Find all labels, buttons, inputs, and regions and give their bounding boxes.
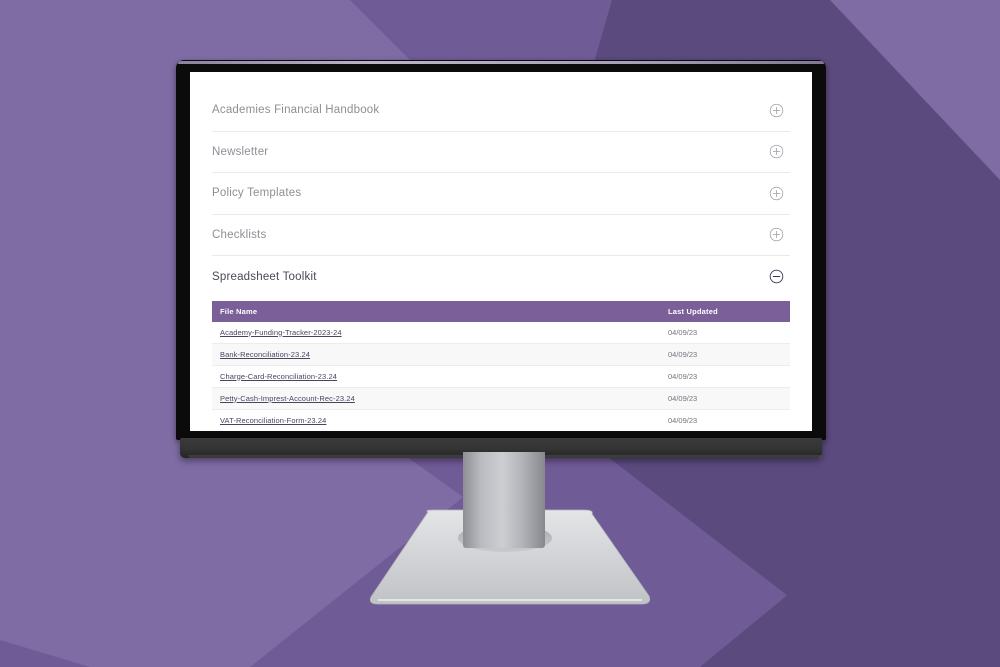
table-row: Petty-Cash-Imprest-Account-Rec-23.24 04/… xyxy=(212,387,790,410)
column-header-file-name: File Name xyxy=(212,300,660,322)
cell-file-name: Charge-Card-Reconciliation-23.24 xyxy=(212,365,660,388)
table-row: Bank-Reconciliation-23.24 04/09/23 xyxy=(212,343,790,366)
cell-last-updated: 04/09/23 xyxy=(660,321,790,344)
accordion-item-label: Checklists xyxy=(212,228,267,241)
cell-file-name: VAT-Reconciliation-Form-23.24 xyxy=(212,409,660,431)
accordion-item-checklists[interactable]: Checklists xyxy=(212,215,790,256)
spreadsheet-toolkit-table: File Name Last Updated Academy-Funding-T… xyxy=(212,300,790,431)
cell-file-name: Academy-Funding-Tracker-2023-24 xyxy=(212,321,660,344)
file-download-link[interactable]: VAT-Reconciliation-Form-23.24 xyxy=(220,416,326,425)
file-download-link[interactable]: Charge-Card-Reconciliation-23.24 xyxy=(220,372,337,381)
table-body: Academy-Funding-Tracker-2023-24 04/09/23… xyxy=(212,321,790,431)
accordion-item-label: Spreadsheet Toolkit xyxy=(212,270,317,283)
file-download-link[interactable]: Bank-Reconciliation-23.24 xyxy=(220,350,310,359)
monitor: Academies Financial Handbook Newsletter xyxy=(176,60,826,458)
cell-file-name: Bank-Reconciliation-23.24 xyxy=(212,343,660,366)
plus-circle-icon[interactable] xyxy=(769,144,784,159)
plus-circle-icon[interactable] xyxy=(769,227,784,242)
table-header-row: File Name Last Updated xyxy=(212,300,790,322)
table-header: File Name Last Updated xyxy=(212,300,790,322)
bezel-highlight xyxy=(178,61,824,64)
webpage-content: Academies Financial Handbook Newsletter xyxy=(190,72,812,431)
accordion-item-label: Newsletter xyxy=(212,145,269,158)
column-header-last-updated: Last Updated xyxy=(660,300,790,322)
accordion-item-label: Policy Templates xyxy=(212,187,302,200)
accordion-item-policy-templates[interactable]: Policy Templates xyxy=(212,173,790,215)
cell-last-updated: 04/09/23 xyxy=(660,365,790,388)
accordion-item-spreadsheet-toolkit[interactable]: Spreadsheet Toolkit xyxy=(212,256,790,298)
cell-last-updated: 04/09/23 xyxy=(660,387,790,410)
file-download-link[interactable]: Academy-Funding-Tracker-2023-24 xyxy=(220,328,342,337)
minus-circle-icon[interactable] xyxy=(769,269,784,284)
table-row: Academy-Funding-Tracker-2023-24 04/09/23 xyxy=(212,321,790,344)
cell-file-name: Petty-Cash-Imprest-Account-Rec-23.24 xyxy=(212,387,660,410)
screenshot-canvas: Academies Financial Handbook Newsletter xyxy=(0,0,1000,667)
table-row: Charge-Card-Reconciliation-23.24 04/09/2… xyxy=(212,365,790,388)
accordion-item-newsletter[interactable]: Newsletter xyxy=(212,132,790,173)
plus-circle-icon[interactable] xyxy=(769,103,784,118)
accordion-item-label: Academies Financial Handbook xyxy=(212,104,380,117)
table-row: VAT-Reconciliation-Form-23.24 04/09/23 xyxy=(212,409,790,431)
accordion-item-academies-financial-handbook[interactable]: Academies Financial Handbook xyxy=(212,90,790,132)
file-download-link[interactable]: Petty-Cash-Imprest-Account-Rec-23.24 xyxy=(220,394,355,403)
cell-last-updated: 04/09/23 xyxy=(660,409,790,431)
monitor-screen: Academies Financial Handbook Newsletter xyxy=(190,72,812,431)
monitor-stand-neck xyxy=(463,452,545,548)
plus-circle-icon[interactable] xyxy=(769,186,784,201)
cell-last-updated: 04/09/23 xyxy=(660,343,790,366)
